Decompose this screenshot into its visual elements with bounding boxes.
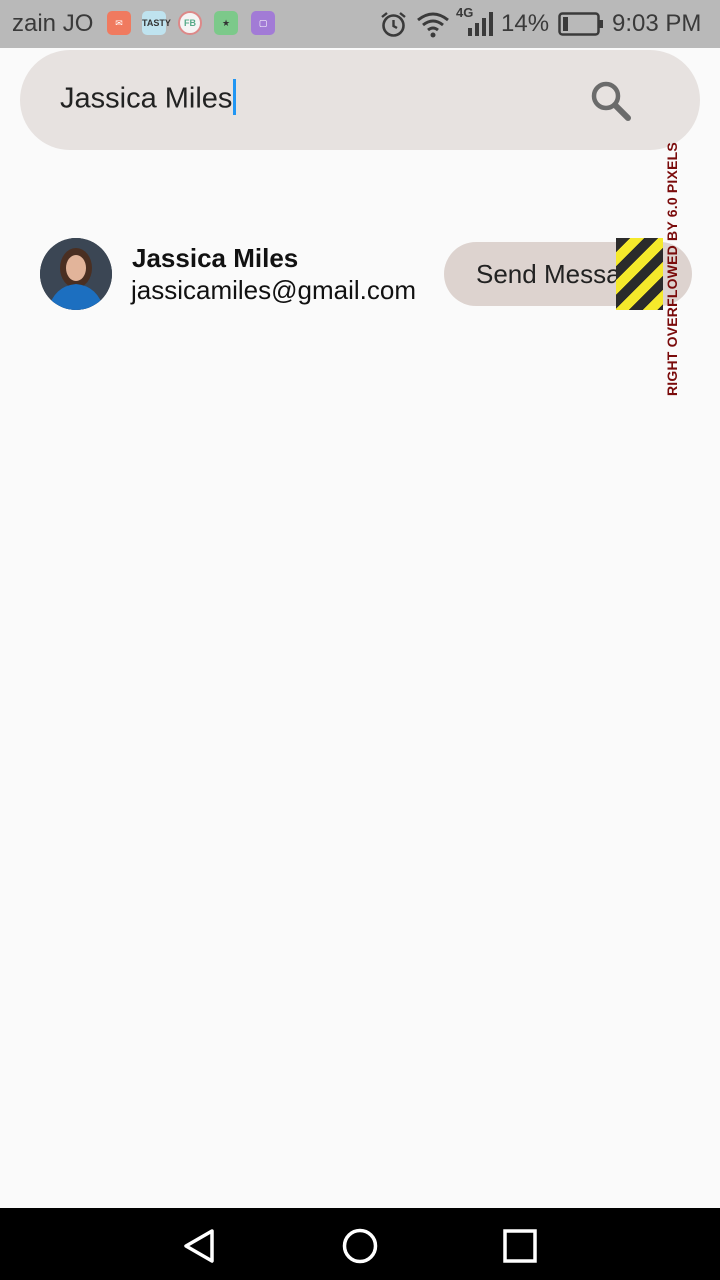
game-app-icon: ★ — [214, 11, 238, 35]
carrier-name: zain JO — [12, 10, 94, 37]
home-icon[interactable] — [340, 1226, 380, 1266]
overflow-warning-stripe — [616, 238, 663, 310]
search-bar[interactable]: Jassica Miles — [20, 50, 700, 150]
navigation-bar — [0, 1208, 720, 1280]
signal-icon — [468, 12, 493, 36]
avatar — [40, 238, 112, 310]
recents-icon[interactable] — [500, 1226, 540, 1266]
battery-icon — [558, 12, 603, 36]
search-icon[interactable] — [588, 78, 634, 124]
person-photo-icon — [40, 238, 112, 310]
contact-name: Jassica Miles — [132, 243, 299, 273]
battery-percent: 14% — [501, 10, 550, 37]
back-icon[interactable] — [180, 1226, 220, 1266]
mail-app-icon: ✉ — [107, 11, 131, 35]
contact-email: jassicamiles@gmail.com — [131, 275, 417, 305]
search-query: Jassica Miles — [60, 82, 233, 115]
status-bar: zain JO ✉ TASTY FB ★ ▢ 4G 14% 9:03 PM — [0, 0, 720, 48]
text-caret — [233, 79, 237, 115]
alarm-icon — [381, 12, 406, 37]
tasty-app-icon: TASTY — [142, 11, 171, 35]
search-input[interactable]: Jassica Miles — [60, 79, 237, 118]
clock-time: 9:03 PM — [612, 10, 702, 37]
gallery-app-icon: ▢ — [251, 11, 275, 35]
overflow-warning-text: RIGHT OVERFLOWED BY 6.0 PIXELS — [664, 142, 680, 396]
fb-app-icon: FB — [178, 11, 202, 35]
wifi-icon — [417, 12, 449, 38]
